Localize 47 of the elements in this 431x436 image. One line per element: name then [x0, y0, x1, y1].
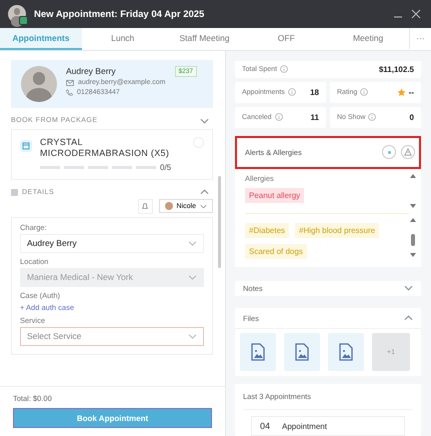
- alert-tag: #Diabetes: [245, 222, 290, 238]
- chevron-icon[interactable]: [404, 285, 413, 292]
- chevron-icon[interactable]: [200, 118, 209, 124]
- phone-icon: [66, 89, 73, 96]
- stat-value: 0: [408, 112, 414, 122]
- client-name: Audrey Berry: [66, 66, 117, 76]
- star-icon: [396, 88, 406, 97]
- image-file-thumbnail[interactable]: [240, 333, 276, 371]
- calendar-icon: [20, 140, 32, 152]
- image-file-thumbnail[interactable]: [328, 333, 364, 371]
- stat-value: $11,102.5: [378, 64, 414, 74]
- image-file-thumbnail[interactable]: [284, 333, 320, 371]
- add-alert-icon[interactable]: [382, 145, 396, 160]
- bell-icon[interactable]: [138, 198, 153, 214]
- appointment-item[interactable]: 04 Appointment: [251, 416, 405, 436]
- tab[interactable]: Appointments: [0, 28, 82, 50]
- chevron-icon: [188, 274, 197, 280]
- stat-value: --: [408, 88, 414, 97]
- select-field[interactable]: Select Service: [20, 326, 204, 346]
- chevron-icon: [188, 334, 197, 338]
- progress-count: 0/5: [160, 162, 172, 172]
- alert-tag: #High blood pressure: [295, 222, 380, 238]
- info-icon: [360, 88, 368, 96]
- stat-value: 11: [310, 112, 319, 122]
- package-title: CRYSTAL MICRODERMABRASION (X5): [40, 137, 170, 160]
- info-icon: [280, 65, 288, 74]
- stat-value: 18: [309, 88, 319, 97]
- close-icon[interactable]: [411, 9, 421, 19]
- scrollbar[interactable]: [218, 176, 221, 268]
- info-icon: [288, 88, 296, 96]
- appointment-label: Appointment: [282, 422, 327, 430]
- package-card[interactable]: CRYSTAL MICRODERMABRASION (X5) 0/5: [11, 129, 213, 180]
- appointment-day: 04: [260, 421, 270, 431]
- mail-icon: [66, 80, 74, 86]
- chevron-icon: [200, 204, 207, 208]
- alert-tag: Scared of dogs: [245, 244, 307, 259]
- info-icon: [368, 113, 376, 122]
- chevron-icon: [188, 240, 197, 246]
- window-title: New Appointment: Friday 04 Apr 2025: [34, 8, 204, 20]
- info-icon: [274, 113, 283, 122]
- allergy-tag: Peanut allergy: [245, 188, 304, 203]
- warning-icon[interactable]: [401, 145, 415, 160]
- chevron-icon[interactable]: [200, 189, 209, 195]
- select-field[interactable]: Audrey Berry: [20, 234, 204, 252]
- avatar-icon: [21, 66, 57, 102]
- book-appointment-button[interactable]: Book Appointment: [13, 408, 212, 428]
- chevron-icon[interactable]: [404, 315, 413, 321]
